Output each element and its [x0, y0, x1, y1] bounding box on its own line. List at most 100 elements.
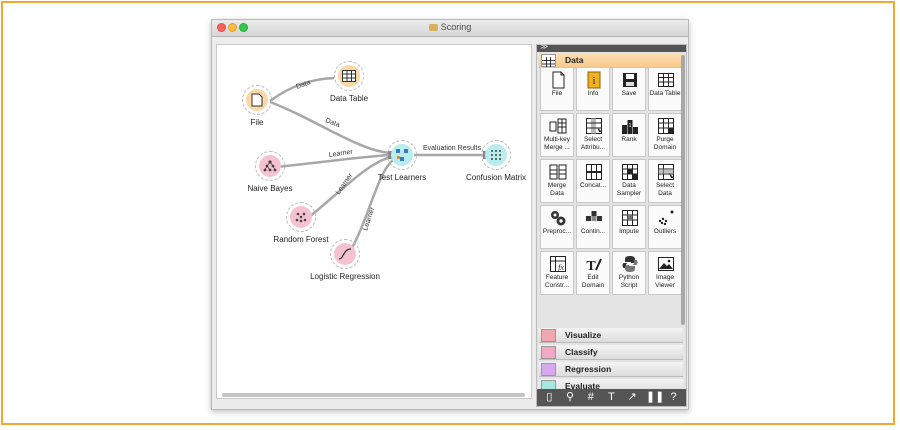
tile-label: Rank — [621, 136, 637, 143]
category-data-label: Data — [565, 55, 584, 65]
widget-file[interactable]: File — [227, 85, 287, 127]
edit-domain-icon: T — [585, 255, 603, 274]
rank-icon: 1 — [621, 117, 639, 135]
grid-tool-icon[interactable]: # — [584, 391, 598, 404]
tile-purge[interactable]: Purge Domain — [648, 113, 682, 157]
merge-icon — [549, 117, 567, 135]
image-viewer-icon — [657, 255, 675, 273]
pause-tool-icon[interactable]: ❚❚ — [646, 391, 664, 404]
visualize-category-icon — [541, 329, 556, 342]
tile-merge-data[interactable]: Merge Data — [540, 159, 574, 203]
widget-logistic-regression-label: Logistic Regression — [310, 272, 380, 281]
tile-label: Feature Constr... — [544, 274, 570, 289]
widget-naive-bayes-circle[interactable] — [255, 151, 285, 181]
tile-impute[interactable]: Impute — [612, 205, 646, 249]
tile-feature-constructor[interactable]: fx Feature Constr... — [540, 251, 574, 295]
widget-data-table[interactable]: Data Table — [319, 61, 379, 103]
tile-select-columns[interactable]: Select Attribu... — [576, 113, 610, 157]
widget-test-learners[interactable]: Test Learners — [372, 140, 432, 182]
tile-label: Purge Domain — [653, 136, 677, 151]
category-classify[interactable]: Classify — [539, 345, 683, 360]
svg-text:i: i — [593, 76, 596, 87]
widget-logistic-regression-circle[interactable] — [330, 239, 360, 269]
tile-concatenate[interactable]: Concat... — [576, 159, 610, 203]
widget-data-table-label: Data Table — [329, 94, 369, 103]
widget-data-table-circle[interactable] — [334, 61, 364, 91]
link-label-file-test: Data — [324, 117, 340, 129]
collapse-toolbox-icon[interactable]: ≫ — [540, 42, 548, 51]
widget-random-forest-circle[interactable] — [286, 202, 316, 232]
category-visualize[interactable]: Visualize — [539, 328, 683, 343]
widget-test-learners-circle[interactable] — [387, 140, 417, 170]
file-icon — [246, 89, 268, 111]
sigmoid-icon — [334, 243, 356, 265]
tile-gears[interactable]: Preproc... — [540, 205, 574, 249]
tile-sampler[interactable]: Data Sampler — [612, 159, 646, 203]
widget-file-circle[interactable] — [242, 85, 272, 115]
classify-category-icon — [541, 346, 556, 359]
horizontal-scrollbar[interactable] — [222, 393, 525, 397]
tile-file[interactable]: File — [540, 67, 574, 111]
select-data-icon — [657, 163, 675, 181]
tile-rank[interactable]: 1 Rank — [612, 113, 646, 157]
tile-select-data[interactable]: Select Data — [648, 159, 682, 203]
widget-confusion-matrix-circle[interactable] — [481, 140, 511, 170]
tile-label: Save — [621, 90, 637, 97]
widget-test-learners-label: Test Learners — [377, 173, 427, 182]
save-icon — [621, 71, 639, 89]
tile-label: Select Data — [655, 182, 675, 197]
tile-table[interactable]: Data Table — [648, 67, 682, 111]
zoom-tool-icon[interactable]: ⚲ — [563, 391, 577, 404]
category-visualize-label: Visualize — [565, 330, 602, 340]
workflow-canvas[interactable]: Data Data Learner Learner Learner Evalua… — [216, 44, 532, 399]
arrow-tool-icon[interactable]: ↗ — [625, 391, 639, 404]
widget-naive-bayes[interactable]: Naive Bayes — [240, 151, 300, 193]
continuize-icon — [585, 209, 603, 227]
category-regression-label: Regression — [565, 364, 612, 374]
tile-image-viewer[interactable]: Image Viewer — [648, 251, 682, 295]
widget-confusion-matrix[interactable]: Confusion Matrix — [466, 140, 526, 182]
bayes-network-icon — [259, 155, 281, 177]
tile-continuize[interactable]: Contin... — [576, 205, 610, 249]
select-columns-icon — [585, 117, 603, 135]
tile-label: Merge Data — [547, 182, 567, 197]
text-tool-icon[interactable]: T — [604, 391, 618, 404]
tile-label: Outliers — [653, 228, 677, 235]
tile-merge[interactable]: Multi-key Merge ... — [540, 113, 574, 157]
tile-edit-domain[interactable]: T Edit Domain — [576, 251, 610, 295]
tile-outliers[interactable]: Outliers — [648, 205, 682, 249]
widget-random-forest[interactable]: Random Forest — [271, 202, 331, 244]
tile-label: Image Viewer — [655, 274, 675, 289]
toolbox-header[interactable]: ≫ — [537, 42, 686, 52]
document-icon — [428, 24, 438, 31]
document-tool-icon[interactable]: ▯ — [542, 391, 556, 404]
confusion-matrix-icon — [485, 144, 507, 166]
widget-logistic-regression[interactable]: Logistic Regression — [310, 239, 380, 281]
category-regression[interactable]: Regression — [539, 362, 683, 377]
tile-label: Edit Domain — [581, 274, 605, 289]
tile-label: Multi-key Merge ... — [543, 136, 570, 151]
gears-icon — [549, 209, 567, 227]
info-icon: i — [585, 71, 603, 89]
regression-category-icon — [541, 363, 556, 376]
tile-label: Impute — [619, 228, 639, 235]
tile-label: Preproc... — [542, 228, 572, 235]
data-category-icon — [541, 54, 556, 68]
title-bar[interactable]: Scoring — [212, 20, 688, 37]
category-data[interactable]: Data — [539, 53, 683, 68]
forest-icon — [290, 206, 312, 228]
category-classify-label: Classify — [565, 347, 598, 357]
feature-constructor-icon: fx — [549, 255, 567, 273]
tile-label: File — [551, 90, 563, 97]
tile-python[interactable]: Python Script — [612, 251, 646, 295]
purge-icon — [657, 117, 675, 135]
widget-naive-bayes-label: Naive Bayes — [247, 184, 293, 193]
help-tool-icon[interactable]: ? — [667, 391, 681, 404]
sampler-icon — [621, 163, 639, 181]
tile-save[interactable]: Save — [612, 67, 646, 111]
tile-info[interactable]: i Info — [576, 67, 610, 111]
tile-label: Data Sampler — [616, 182, 642, 197]
link-label-nb-test: Learner — [328, 149, 354, 159]
toolbox-scrollbar[interactable] — [681, 55, 685, 325]
tile-label: Select Attribu... — [580, 136, 606, 151]
